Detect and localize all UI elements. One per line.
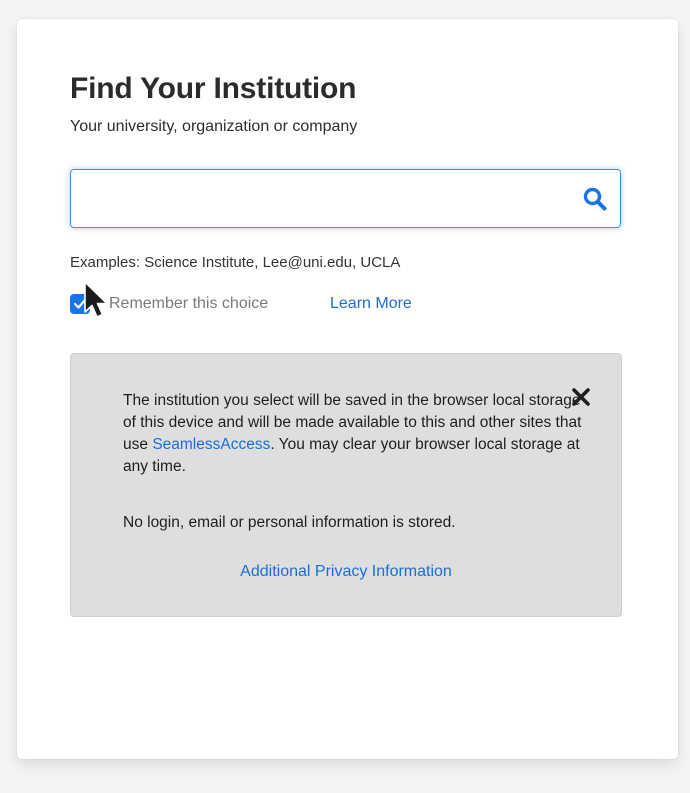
remember-choice-row: Remember this choice Learn More	[70, 292, 470, 316]
search-field[interactable]	[70, 169, 621, 228]
learn-more-link[interactable]: Learn More	[330, 295, 412, 313]
search-input[interactable]	[81, 176, 575, 223]
storage-info-panel: The institution you select will be saved…	[70, 353, 622, 617]
remember-choice-checkbox[interactable]	[70, 294, 90, 314]
remember-choice-label[interactable]: Remember this choice	[109, 295, 268, 313]
additional-privacy-link[interactable]: Additional Privacy Information	[71, 563, 621, 581]
storage-info-text: The institution you select will be saved…	[123, 390, 583, 478]
checkmark-icon	[73, 298, 87, 309]
institution-finder-card: Find Your Institution Your university, o…	[17, 19, 678, 759]
search-icon[interactable]	[582, 186, 608, 212]
close-icon[interactable]	[570, 386, 592, 408]
page-subtitle: Your university, organization or company	[70, 118, 358, 135]
seamlessaccess-link[interactable]: SeamlessAccess	[152, 436, 270, 453]
search-examples: Examples: Science Institute, Lee@uni.edu…	[70, 254, 401, 271]
page-title: Find Your Institution	[70, 72, 357, 105]
privacy-statement: No login, email or personal information …	[123, 514, 456, 531]
